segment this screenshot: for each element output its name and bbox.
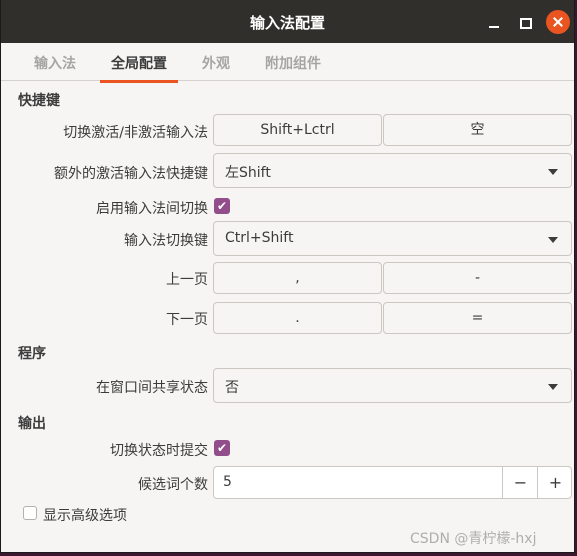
titlebar[interactable]: 输入法配置	[1, 0, 574, 43]
section-program: 程序	[18, 346, 46, 362]
switch-key-label: 输入法切换键	[124, 233, 208, 249]
section-output: 输出	[18, 416, 46, 432]
tab-bar: 输入法 全局配置 外观 附加组件	[1, 43, 574, 83]
config-window: 输入法配置 输入法 全局配置 外观 附加组件 快捷键 切换激活/非激活输入法 S…	[0, 0, 575, 553]
prev-page-key-button-1[interactable]: ,	[213, 262, 382, 294]
show-advanced-label[interactable]: 显示高级选项	[43, 505, 127, 525]
share-state-value: 否	[225, 380, 239, 396]
prev-page-key-button-2[interactable]: -	[383, 262, 572, 294]
extra-hotkey-label: 额外的激活输入法快捷键	[54, 166, 208, 182]
switch-key-combo[interactable]: Ctrl+Shift	[213, 221, 572, 256]
toggle-key-button-2[interactable]: 空	[383, 114, 572, 146]
next-page-key-button-2[interactable]: =	[383, 302, 572, 334]
candidate-count-label: 候选词个数	[138, 477, 208, 493]
extra-hotkey-value: 左Shift	[225, 165, 271, 181]
increment-button[interactable]: +	[537, 467, 573, 498]
share-state-label: 在窗口间共享状态	[96, 380, 208, 396]
dropdown-arrow-icon	[548, 169, 558, 175]
close-button[interactable]	[546, 10, 570, 34]
section-hotkeys: 快捷键	[18, 93, 60, 109]
share-state-combo[interactable]: 否	[213, 368, 572, 403]
prev-page-label: 上一页	[166, 272, 208, 288]
toggle-label: 切换激活/非激活输入法	[63, 125, 208, 141]
minimize-button[interactable]	[482, 10, 506, 34]
tab-appearance[interactable]: 外观	[202, 53, 230, 73]
extra-hotkey-combo[interactable]: 左Shift	[213, 153, 572, 188]
dropdown-arrow-icon	[548, 237, 558, 243]
enable-switch-checkbox[interactable]: ✔	[214, 198, 230, 214]
commit-on-switch-checkbox[interactable]: ✔	[214, 440, 230, 456]
dropdown-arrow-icon	[548, 384, 558, 390]
tab-addons[interactable]: 附加组件	[265, 53, 321, 73]
candidate-count-spinner[interactable]: 5 − +	[213, 466, 572, 499]
tab-input-methods[interactable]: 输入法	[34, 53, 76, 73]
next-page-label: 下一页	[166, 312, 208, 328]
tab-global-config[interactable]: 全局配置	[100, 53, 178, 83]
enable-switch-label: 启用输入法间切换	[96, 201, 208, 217]
next-page-key-button-1[interactable]: .	[213, 302, 382, 334]
commit-on-switch-label: 切换状态时提交	[110, 443, 208, 459]
switch-key-value: Ctrl+Shift	[225, 230, 294, 246]
candidate-count-value[interactable]: 5	[223, 474, 232, 490]
maximize-button[interactable]	[513, 10, 537, 34]
watermark: CSDN @青柠檬-hxj	[410, 531, 537, 547]
toggle-key-button-1[interactable]: Shift+Lctrl	[213, 114, 382, 146]
decrement-button[interactable]: −	[502, 467, 538, 498]
show-advanced-checkbox[interactable]	[23, 506, 37, 520]
